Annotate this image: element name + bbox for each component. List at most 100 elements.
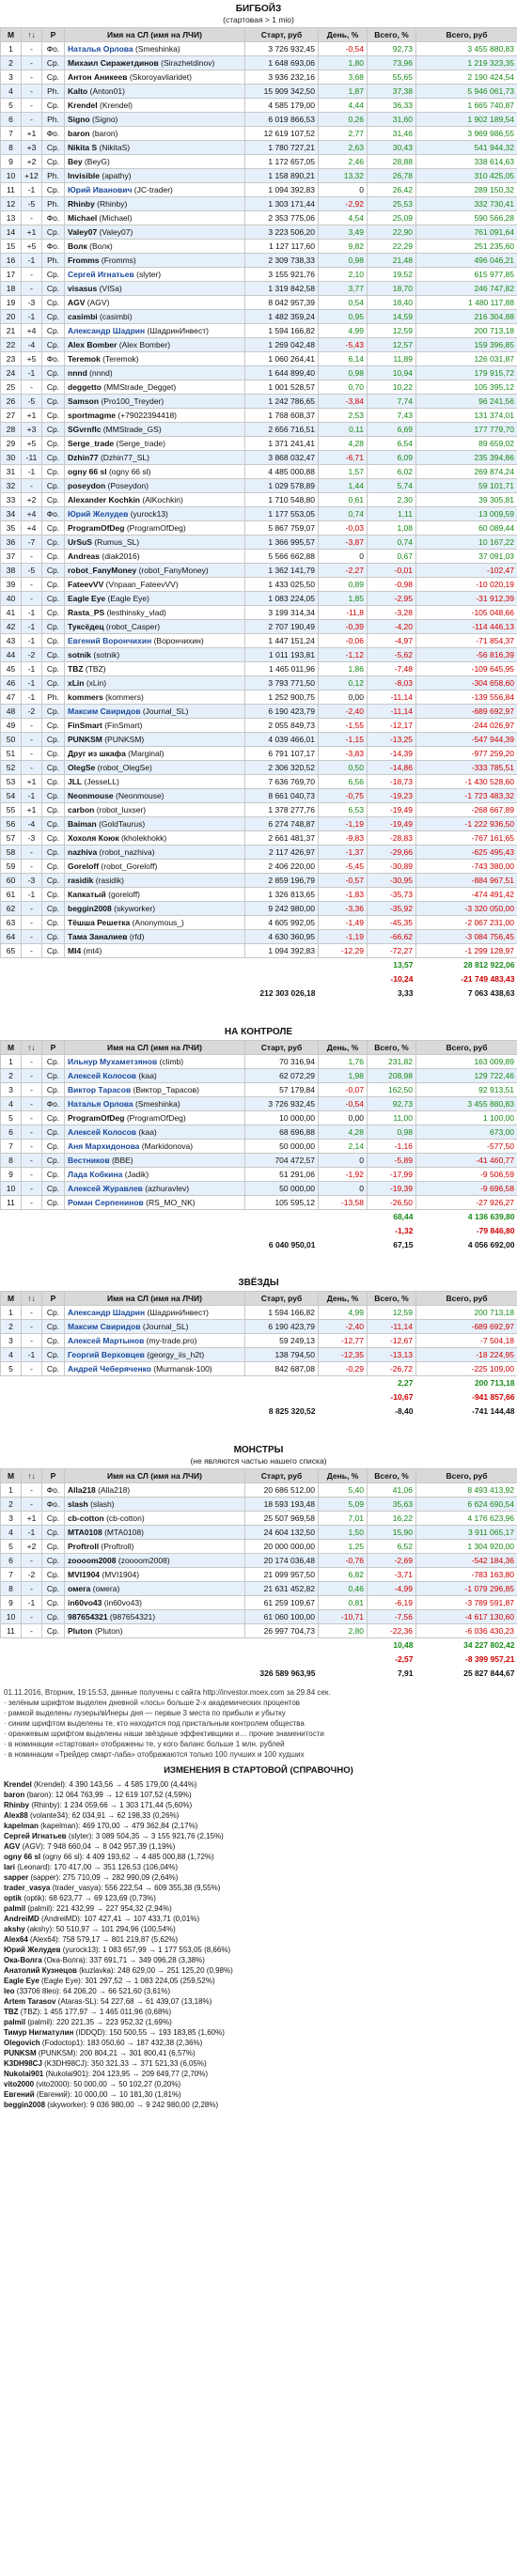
table-row[interactable]: 18- Ср. visasus (VISa) 1 319 842,58 3,77 18,7… (0, 281, 517, 296)
balance-change-nick[interactable]: Krendel (4, 1780, 32, 1789)
trader-nick[interactable]: visasus (68, 284, 97, 293)
trader-nick[interactable]: ProgramOfDeg (68, 523, 124, 533)
table-row[interactable]: 13- Фо. Michael (Michael) 2 353 775,06 4,54 2… (0, 210, 517, 225)
column-header[interactable]: ↑↓ (21, 1039, 42, 1055)
column-header[interactable]: День, % (318, 1039, 368, 1055)
trader-nick[interactable]: Вестников (68, 1156, 110, 1165)
trader-nick[interactable]: Антон Аникеев (68, 72, 127, 82)
table-row[interactable]: 62- Ср. beggin2008 (skyworker) 9 242 980,00… (0, 901, 517, 916)
trader-nick[interactable]: Андрей Чеберяченко (68, 1364, 151, 1373)
table-row[interactable]: 53 +1 Ср. JLL (JesseLL) 7 636 769,70 6,56 -18,… (0, 774, 517, 789)
table-row[interactable]: 2- Ср. Михаил Сиражетдинов (Sirazhetdinov)… (0, 55, 517, 70)
table-row[interactable]: 32- Ср. poseydon (Poseydon) 1 029 578,89 1,4… (0, 478, 517, 493)
balance-change-nick[interactable]: trader_vasya (4, 1884, 50, 1892)
trader-nick[interactable]: xLin (68, 678, 84, 688)
balance-change-nick[interactable]: baron (4, 1791, 24, 1799)
trader-nick[interactable]: MI4 (68, 946, 81, 955)
column-header[interactable]: Всего, руб (415, 1467, 517, 1483)
trader-nick[interactable]: омега (68, 1584, 90, 1593)
table-row[interactable]: 58- Ср. nazhiva (robot_nazhiva) 2 117 426,9… (0, 845, 517, 860)
table-row[interactable]: 41 -1 Ср. Rasta_PS (lesthinsky_vlad) 3 199 3… (0, 605, 517, 620)
table-row[interactable]: 14 +1 Ср. Valey07 (Valey07) 3 223 506,20 3,49… (0, 225, 517, 240)
trader-nick[interactable]: 987654321 (68, 1612, 108, 1622)
table-row[interactable]: 11- Ср. Pluton (Pluton) 26 997 704,73 2,80 -2… (0, 1622, 517, 1638)
table-row[interactable]: 21 +4 Ср. Александр Шадрин (ШадринИнвест) 1 … (0, 323, 517, 338)
trader-nick[interactable]: casimbi (68, 312, 98, 321)
trader-nick[interactable]: nazhiva (68, 847, 97, 857)
column-header[interactable]: ↑↓ (21, 27, 42, 42)
column-header[interactable]: Всего, руб (415, 27, 517, 42)
table-row[interactable]: 30 -11 Ср. Dzhin77 (Dzhin77_SL) 3 868 032,47… (0, 450, 517, 465)
trader-nick[interactable]: Капкатый (68, 890, 106, 899)
table-row[interactable]: 38 -5 Ср. robot_FanyMoney (robot_FanyMoney)… (0, 563, 517, 578)
trader-nick[interactable]: ogny 66 sl (68, 467, 107, 476)
trader-nick[interactable]: Serge_trade (68, 439, 114, 448)
trader-nick[interactable]: Pluton (68, 1626, 92, 1636)
trader-nick[interactable]: Александр Шадрин (68, 326, 145, 335)
trader-nick[interactable]: ProgramOfDeg (68, 1113, 124, 1123)
trader-nick[interactable]: PUNKSM (68, 735, 102, 744)
table-row[interactable]: 4 -1 Ср. MTA0108 (MTA0108) 24 604 132,50 1,50… (0, 1524, 517, 1540)
balance-change-nick[interactable]: Iari (4, 1863, 15, 1871)
trader-nick[interactable]: SGvrnflc (68, 425, 101, 434)
table-row[interactable]: 20 -1 Ср. casimbi (casimbi) 1 482 359,24 0,95… (0, 309, 517, 324)
table-row[interactable]: 1- Ср. Александр Шадрин (ШадринИнвест) 1 59… (0, 1305, 517, 1320)
table-row[interactable]: 46 -1 Ср. xLin (xLin) 3 793 771,50 0,12 -8,03-… (0, 675, 517, 691)
trader-nick[interactable]: rasidik (68, 876, 93, 885)
table-row[interactable]: 50- Ср. PUNKSM (PUNKSM) 4 039 466,01 -1,15 -1… (0, 732, 517, 747)
column-header[interactable]: Имя на СЛ (имя на ЛЧИ) (64, 1291, 245, 1306)
trader-nick[interactable]: Алексей Журавлев (68, 1184, 143, 1193)
trader-nick[interactable]: Виктор Тарасов (68, 1085, 131, 1094)
column-header[interactable]: ↑↓ (21, 1467, 42, 1483)
trader-nick[interactable]: Alex Bomber (68, 340, 117, 349)
balance-change-nick[interactable]: PUNKSM (4, 2049, 37, 2057)
column-header[interactable]: М (0, 1467, 22, 1483)
column-header[interactable]: День, % (318, 1467, 368, 1483)
table-row[interactable]: 17- Ср. Сергей Игнатьев (slyter) 3 155 921,… (0, 267, 517, 282)
table-row[interactable]: 9 -1 Ср. in60vo43 (in60vo43) 61 259 109,67 0,… (0, 1594, 517, 1610)
table-row[interactable]: 51- Ср. Друг из шкафа (Marginal) 6 791 107,… (0, 746, 517, 761)
balance-change-nick[interactable]: akshy (4, 1925, 25, 1933)
trader-nick[interactable]: baron (68, 129, 90, 138)
trader-nick[interactable]: JLL (68, 777, 82, 786)
column-header[interactable]: День, % (318, 27, 368, 42)
trader-nick[interactable]: Наталья Орлова (68, 1099, 133, 1109)
trader-nick[interactable]: cb-cotton (68, 1513, 104, 1523)
trader-nick[interactable]: carbon (68, 805, 94, 815)
trader-nick[interactable]: Туксёдец (68, 622, 104, 631)
trader-nick[interactable]: Ильнур Мухаметзянов (68, 1057, 157, 1066)
table-row[interactable]: 4- Ph. Kalto (Anton01) 15 909 342,50 1,87 37,… (0, 84, 517, 99)
column-header[interactable]: ↑↓ (21, 1291, 42, 1306)
table-row[interactable]: 5- Ср. ProgramOfDeg (ProgramOfDeg) 10 000,0… (0, 1110, 517, 1125)
balance-change-nick[interactable]: Alex64 (4, 1935, 28, 1944)
trader-nick[interactable]: Alexander Kochkin (68, 495, 140, 504)
trader-nick[interactable]: Алексей Колосов (68, 1127, 136, 1137)
balance-change-nick[interactable]: Юрий Желудев (4, 1946, 61, 1954)
column-header[interactable]: М (0, 1039, 22, 1055)
table-row[interactable]: 3- Ср. Антон Аникеев (Skoroyavliaridet) 3 9… (0, 70, 517, 85)
table-row[interactable]: 1- Фо. Наталья Орлова (Smeshinka) 3 726 932… (0, 41, 517, 56)
trader-nick[interactable]: Тёшша Решеткa (68, 918, 130, 927)
column-header[interactable]: Всего, % (367, 1291, 416, 1306)
table-row[interactable]: 59- Ср. Goreloff (robot_Goreloff) 2 406 220… (0, 859, 517, 874)
table-row[interactable]: 3- Ср. Виктор Тарасов (Виктор_Тарасов) 57 1… (0, 1081, 517, 1097)
column-header[interactable]: М (0, 27, 22, 42)
table-row[interactable]: 56 -4 Ср. Baiman (GoldTaurus) 6 274 748,87 -1… (0, 816, 517, 831)
table-row[interactable]: 6- Ср. zooоom2008 (zooоom2008) 20 174 036,4… (0, 1552, 517, 1568)
balance-change-nick[interactable]: ogny 66 sl (4, 1853, 40, 1861)
column-header[interactable]: Имя на СЛ (имя на ЛЧИ) (64, 1467, 245, 1483)
balance-change-nick[interactable]: TBZ (4, 2008, 19, 2016)
balance-change-nick[interactable]: leo (4, 1987, 15, 1995)
table-row[interactable]: 1- Ср. Ильнур Мухаметзянов (climb) 70 316,9… (0, 1053, 517, 1069)
table-row[interactable]: 44 -2 Ср. sotnik (sotnik) 1 011 193,81 -1,12-… (0, 647, 517, 662)
balance-change-nick[interactable]: Nukolai901 (4, 2070, 43, 2078)
trader-nick[interactable]: Георгий Верховцев (68, 1350, 145, 1359)
trader-nick[interactable]: Друг из шкафа (68, 749, 126, 758)
trader-nick[interactable]: Goreloff (68, 861, 99, 871)
column-header[interactable]: День, % (318, 1291, 368, 1306)
trader-nick[interactable]: Signo (68, 115, 90, 124)
trader-nick[interactable]: MVI1904 (68, 1570, 100, 1579)
trader-nick[interactable]: FinSmart (68, 721, 102, 730)
table-row[interactable]: 55 +1 Ср. carbon (robot_luxser) 1 378 277,76… (0, 802, 517, 817)
balance-change-nick[interactable]: palmil (4, 2018, 25, 2026)
